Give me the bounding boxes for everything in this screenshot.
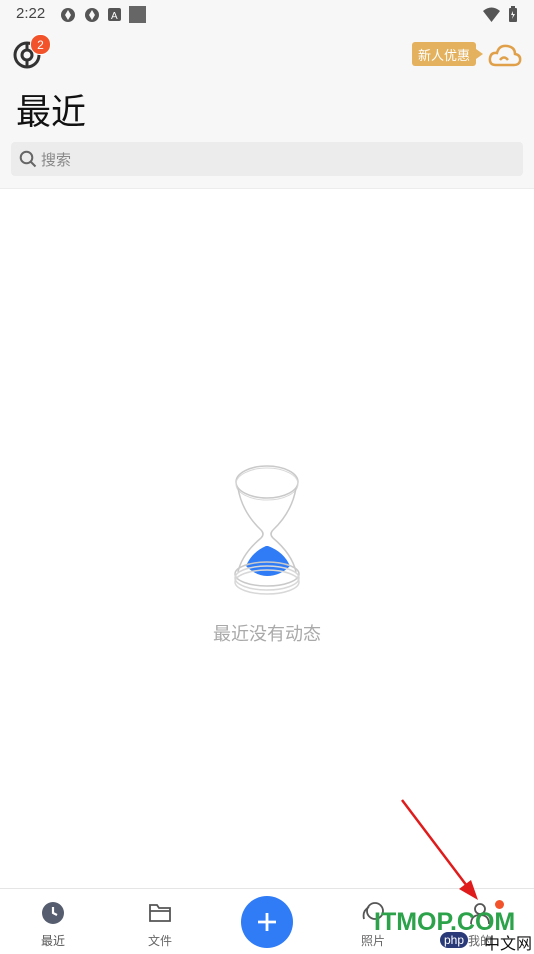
cloud-icon[interactable] bbox=[488, 42, 522, 68]
search-icon bbox=[19, 150, 37, 168]
add-button[interactable] bbox=[241, 896, 293, 948]
status-bar: 2:22 A bbox=[0, 0, 534, 28]
wifi-icon bbox=[483, 7, 500, 22]
sync-icon bbox=[85, 7, 99, 22]
header: 2 新人优惠 最近 搜索 bbox=[0, 28, 534, 189]
empty-state-message: 最近没有动态 bbox=[213, 624, 321, 645]
plus-icon bbox=[258, 913, 276, 931]
search-placeholder: 搜索 bbox=[41, 151, 72, 169]
sync-icon bbox=[61, 7, 75, 22]
square-icon bbox=[129, 6, 146, 23]
watermark-cn-text: 中文网 bbox=[484, 934, 533, 953]
page-title: 最近 bbox=[16, 93, 87, 133]
notification-badge: 2 bbox=[30, 34, 51, 55]
nav-label-recent: 最近 bbox=[40, 934, 65, 948]
clock-icon bbox=[42, 902, 64, 924]
status-time: 2:22 bbox=[16, 5, 46, 22]
nav-item-recent[interactable]: 最近 bbox=[13, 889, 93, 951]
new-user-promo-button[interactable]: 新人优惠 bbox=[412, 42, 483, 66]
nav-item-files[interactable]: 文件 bbox=[120, 889, 200, 951]
search-input[interactable]: 搜索 bbox=[11, 142, 523, 176]
folder-icon bbox=[149, 904, 171, 922]
sync-status-button[interactable]: 2 bbox=[12, 34, 51, 70]
svg-text:A: A bbox=[111, 11, 118, 21]
nav-label-files: 文件 bbox=[147, 934, 172, 948]
hourglass-icon bbox=[234, 465, 300, 595]
battery-icon bbox=[509, 6, 517, 22]
watermark-php-logo: php bbox=[440, 932, 469, 948]
font-icon: A bbox=[108, 8, 121, 21]
